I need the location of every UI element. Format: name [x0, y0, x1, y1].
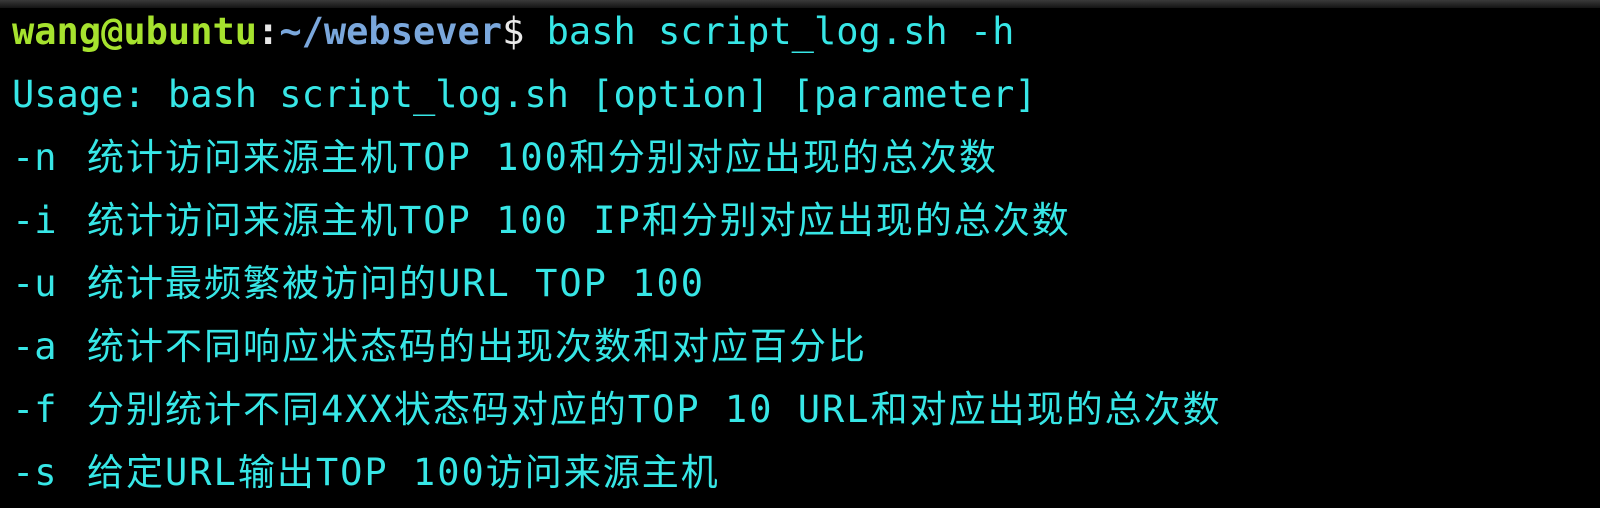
option-flag: -a — [12, 325, 57, 368]
option-description: 统计访问来源主机TOP 100和分别对应出现的总次数 — [87, 136, 998, 179]
option-description: 分别统计不同4XX状态码对应的TOP 10 URL和对应出现的总次数 — [87, 388, 1222, 431]
option-description: 给定URL输出TOP 100访问来源主机 — [87, 451, 720, 494]
option-line-u: -u 统计最频繁被访问的URL TOP 100 — [12, 252, 705, 315]
option-flag: -n — [12, 136, 57, 179]
option-line-f: -f 分别统计不同4XX状态码对应的TOP 10 URL和对应出现的总次数 — [12, 378, 1222, 441]
option-flag: -f — [12, 388, 57, 431]
prompt-colon: : — [257, 10, 280, 53]
prompt-line: wang@ubuntu:~/websever$ bash script_log.… — [12, 0, 1014, 63]
entered-command: bash script_log.sh -h — [524, 10, 1015, 53]
terminal-window[interactable]: wang@ubuntu:~/websever$ bash script_log.… — [0, 0, 1600, 508]
prompt-symbol: $ — [502, 10, 525, 53]
prompt-path: ~/websever — [279, 10, 503, 53]
option-description: 统计最频繁被访问的URL TOP 100 — [87, 262, 706, 305]
option-description: 统计不同响应状态码的出现次数和对应百分比 — [87, 325, 867, 368]
option-line-i: -i 统计访问来源主机TOP 100 IP和分别对应出现的总次数 — [12, 189, 1071, 252]
prompt-user-host: wang@ubuntu — [12, 10, 258, 53]
option-flag: -s — [12, 451, 57, 494]
option-line-s: -s 给定URL输出TOP 100访问来源主机 — [12, 441, 720, 504]
usage-line: Usage: bash script_log.sh [option] [para… — [12, 73, 1037, 116]
option-flag: -u — [12, 262, 57, 305]
option-flag: -i — [12, 199, 57, 242]
option-line-a: -a 统计不同响应状态码的出现次数和对应百分比 — [12, 315, 867, 378]
option-description: 统计访问来源主机TOP 100 IP和分别对应出现的总次数 — [87, 199, 1071, 242]
option-line-n: -n 统计访问来源主机TOP 100和分别对应出现的总次数 — [12, 126, 998, 189]
